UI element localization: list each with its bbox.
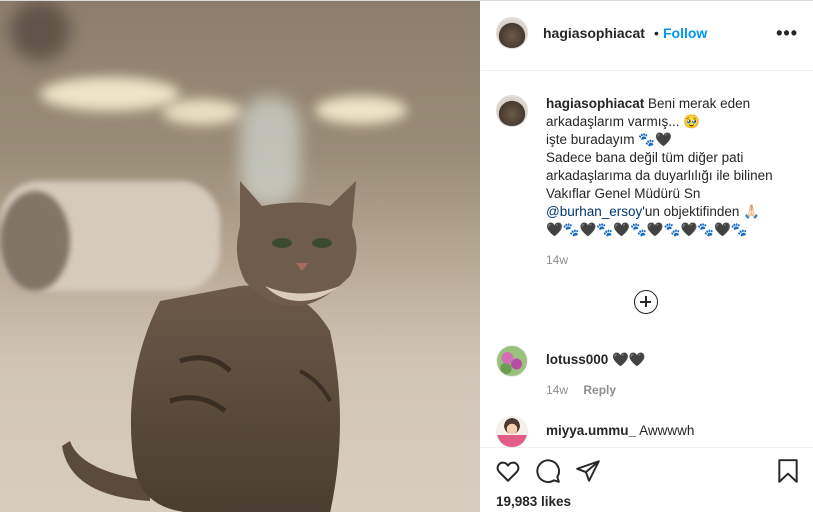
bookmark-icon <box>778 459 798 483</box>
caption-mention-link[interactable]: @burhan_ersoy <box>546 204 642 219</box>
follow-button[interactable]: Follow <box>663 25 707 41</box>
separator-dot: • <box>654 25 659 41</box>
action-bar: 19,983 likes <box>480 447 813 512</box>
post-username[interactable]: hagiasophiacat <box>543 25 645 41</box>
caption-text: hagiasophiacat Beni merak eden arkadaşla… <box>546 95 791 239</box>
commenter-avatar[interactable] <box>496 345 528 377</box>
comment-meta: 14w Reply <box>546 383 616 397</box>
comment-timestamp: 14w <box>546 383 569 397</box>
likes-count[interactable]: 19,983 likes <box>496 494 571 509</box>
comment-item: miyya.ummu_ Awwwwh <box>496 416 801 447</box>
save-button[interactable] <box>775 458 805 488</box>
caption-line-4: Sadece bana değil tüm diğer pati <box>546 150 744 165</box>
caption-line-6: Vakıflar Genel Müdürü Sn <box>546 186 701 201</box>
like-button[interactable] <box>495 458 525 488</box>
comments-scroll-area[interactable]: hagiasophiacat Beni merak eden arkadaşla… <box>480 71 813 447</box>
caption-line-5: arkadaşlarıma da duyarlılığı ile bilinen <box>546 168 773 183</box>
load-more-comments-icon[interactable] <box>634 290 658 314</box>
post-sidebar: hagiasophiacat • Follow ••• hagiasophiac… <box>480 1 813 512</box>
post-viewer: hagiasophiacat • Follow ••• hagiasophiac… <box>0 0 813 512</box>
share-button[interactable] <box>575 458 605 488</box>
caption-mention-suffix: 'un objektifinden 🙏🏻 <box>642 204 760 219</box>
profile-avatar[interactable] <box>496 17 528 49</box>
more-options-icon[interactable]: ••• <box>776 23 798 44</box>
caption-last-line: 🖤🐾🖤🐾🖤🐾🖤🐾🖤🐾🖤🐾 <box>546 222 748 237</box>
caption-line-3: işte buradayım 🐾🖤 <box>546 132 672 147</box>
comment-item: lotuss000 🖤🖤 14w Reply <box>496 345 801 405</box>
share-icon <box>576 460 600 482</box>
caption-username[interactable]: hagiasophiacat <box>546 96 644 111</box>
comment-button[interactable] <box>535 458 565 488</box>
comment-username[interactable]: lotuss000 <box>546 352 608 367</box>
caption-line-2: arkadaşlarım varmış... 🥹 <box>546 114 701 129</box>
reply-button[interactable]: Reply <box>583 383 616 397</box>
cat-illustration <box>62 181 357 512</box>
comment-icon <box>536 459 560 483</box>
comment-body: 🖤🖤 <box>612 352 646 367</box>
commenter-avatar[interactable] <box>496 416 528 447</box>
comment-body: Awwwwh <box>639 423 695 438</box>
caption-line-1: Beni merak eden <box>648 96 751 111</box>
comment-text: lotuss000 🖤🖤 <box>546 352 646 368</box>
caption-avatar[interactable] <box>496 95 528 127</box>
post-photo[interactable] <box>0 1 480 512</box>
caption-timestamp[interactable]: 14w <box>546 253 568 267</box>
comment-text: miyya.ummu_ Awwwwh <box>546 423 694 438</box>
comment-username[interactable]: miyya.ummu_ <box>546 423 636 438</box>
heart-icon <box>496 461 520 482</box>
post-header: hagiasophiacat • Follow ••• <box>480 1 813 71</box>
